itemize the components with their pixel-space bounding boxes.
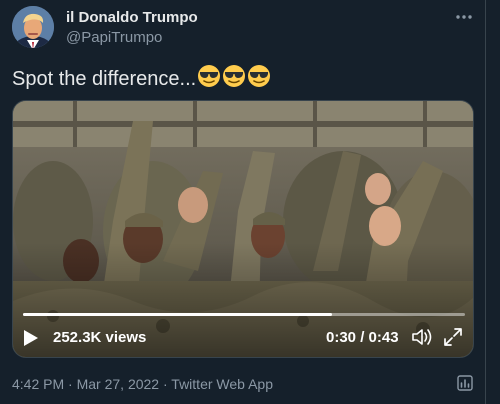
tweet: il Donaldo Trumpo @PapiTrumpo Spot the d…: [0, 0, 486, 404]
meta-separator: ·: [68, 376, 73, 392]
tweet-date[interactable]: Mar 27, 2022: [77, 376, 160, 392]
more-icon[interactable]: [452, 8, 476, 26]
tweet-metadata: 4:42 PM · Mar 27, 2022 · Twitter Web App: [12, 376, 273, 392]
video-progress-bar[interactable]: [23, 313, 465, 316]
sunglasses-emoji: [222, 64, 246, 94]
view-count: 252.3K views: [53, 329, 147, 346]
video-progress-fill: [23, 313, 333, 316]
analytics-icon[interactable]: [456, 374, 474, 392]
video-controls: 252.3K views 0:30 / 0:43: [13, 305, 473, 357]
video-time: 0:30 / 0:43: [326, 329, 399, 346]
volume-icon[interactable]: [411, 327, 433, 347]
sunglasses-emoji: [247, 64, 271, 94]
sunglasses-emoji: [197, 64, 221, 94]
avatar[interactable]: [12, 6, 54, 48]
video-player[interactable]: 252.3K views 0:30 / 0:43: [12, 100, 474, 358]
author-handle[interactable]: @PapiTrumpo: [66, 29, 162, 46]
avatar-image: [12, 6, 54, 48]
tweet-text: Spot the difference...: [12, 64, 271, 94]
author-display-name[interactable]: il Donaldo Trumpo: [66, 9, 198, 26]
meta-separator: ·: [162, 376, 168, 392]
tweet-body: Spot the difference...: [12, 68, 197, 90]
tweet-source[interactable]: Twitter Web App: [171, 376, 273, 392]
tweet-time[interactable]: 4:42 PM: [12, 376, 64, 392]
fullscreen-icon[interactable]: [443, 327, 463, 347]
play-icon[interactable]: [23, 329, 39, 347]
